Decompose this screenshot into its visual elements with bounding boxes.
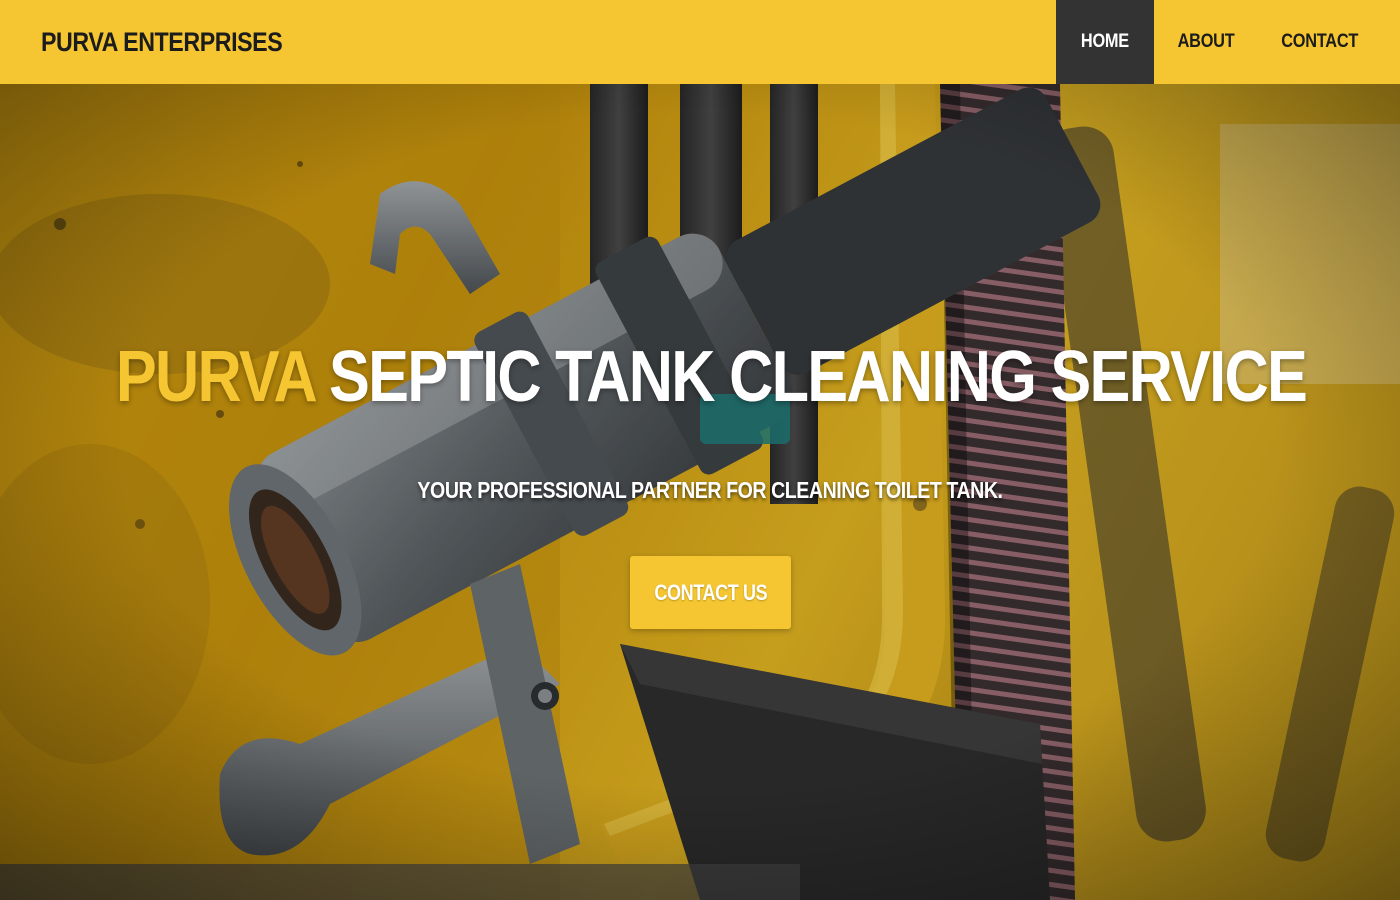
contact-us-button-label: CONTACT US <box>654 579 767 605</box>
nav-item-about-label: ABOUT <box>1177 31 1235 52</box>
contact-us-button[interactable]: CONTACT US <box>630 556 791 629</box>
hero-title-rest: SEPTIC TANK CLEANING SERVICE <box>313 337 1308 417</box>
nav-item-home-label: HOME <box>1081 31 1129 52</box>
hero-title: PURVA SEPTIC TANK CLEANING SERVICE <box>107 336 1316 418</box>
brand-logo[interactable]: PURVA ENTERPRISES <box>41 27 283 58</box>
navbar: PURVA ENTERPRISES HOME ABOUT CONTACT <box>0 0 1400 84</box>
hero-subtitle: YOUR PROFESSIONAL PARTNER FOR CLEANING T… <box>417 477 1003 503</box>
nav-item-home[interactable]: HOME <box>1056 0 1154 84</box>
nav-menu: HOME ABOUT CONTACT <box>1056 0 1382 84</box>
hero-section: PURVA SEPTIC TANK CLEANING SERVICE YOUR … <box>0 84 1400 900</box>
nav-item-contact-label: CONTACT <box>1281 31 1359 52</box>
nav-item-about[interactable]: ABOUT <box>1154 0 1258 84</box>
hero-content: PURVA SEPTIC TANK CLEANING SERVICE YOUR … <box>0 84 1400 900</box>
nav-item-contact[interactable]: CONTACT <box>1258 0 1382 84</box>
hero-title-accent: PURVA <box>115 337 316 417</box>
